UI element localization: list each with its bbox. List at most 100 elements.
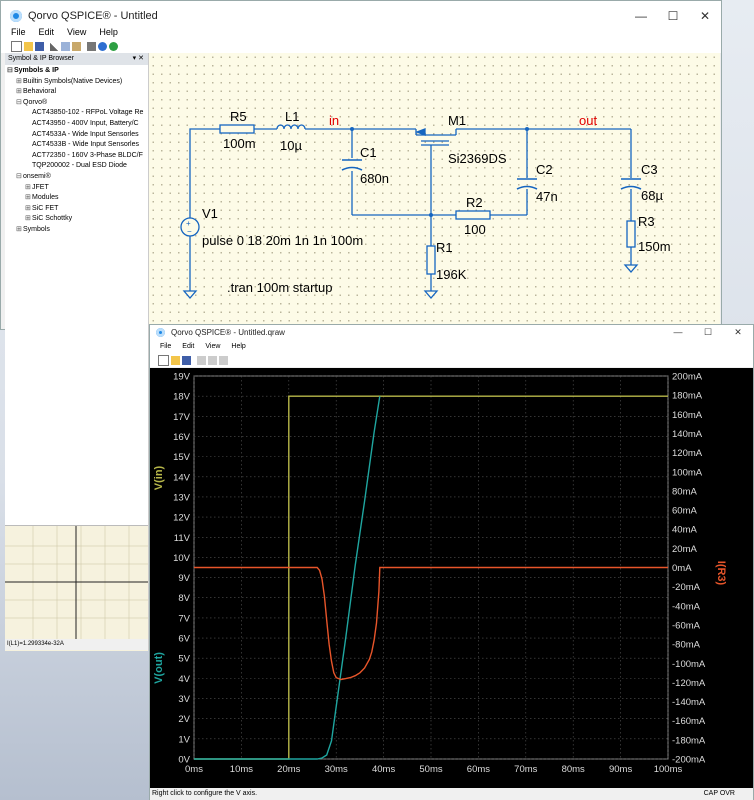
x-tick-label: 70ms [514,764,537,775]
save-icon[interactable] [35,41,44,51]
schematic-wires [189,128,632,291]
wave-save-icon[interactable] [182,356,191,365]
paste-icon[interactable] [72,41,81,51]
run-simulation-icon[interactable] [109,41,118,51]
tree-item[interactable]: ACT43950 - 400V Input, Battery/C [5,119,148,130]
tree-item[interactable]: ⊞SiC Schottky [5,214,148,225]
left-tick-label: 1V [178,734,190,745]
expand-icon[interactable]: ⊞ [16,225,23,236]
collapse-icon[interactable]: ⊟ [16,172,23,183]
wave-cut-icon[interactable] [197,356,206,365]
c1-name: C1 [360,145,377,160]
resistor-r2[interactable] [455,210,491,220]
cut-icon[interactable] [50,41,59,51]
left-tick-label: 13V [173,492,191,503]
wave-open-icon[interactable] [171,356,180,365]
capacitor-c2[interactable] [516,178,538,190]
waveform-plot[interactable]: 0ms 10ms 20ms 30ms 40ms 50ms 60ms 70ms 80ms 90ms 1… [150,368,753,788]
resistor-r3[interactable] [626,220,636,248]
wave-titlebar[interactable]: Qorvo QSPICE® - Untitled.qraw — ☐ ✕ [150,325,753,340]
tran-directive[interactable]: .tran 100m startup [227,280,333,295]
right-tick-label: -200mA [672,755,706,766]
wave-maximize-button[interactable]: ☐ [693,325,723,340]
expand-icon[interactable]: ⊞ [16,77,23,88]
tree-item-label: TQP200002 - Dual ESD Diode [32,162,127,170]
main-toolbar [1,39,721,53]
help-icon[interactable] [98,41,107,51]
wave-paste-icon[interactable] [219,356,228,365]
left-tick-label: 9V [178,573,190,584]
tree-item[interactable]: ⊞Builtin Symbols(Native Devices) [5,77,148,88]
wave-new-icon[interactable] [158,355,169,366]
tree-item[interactable]: ACT72350 - 160V 3-Phase BLDC/F [5,151,148,162]
tree-item[interactable]: TQP200002 - Dual ESD Diode [5,161,148,172]
x-tick-label: 90ms [609,764,632,775]
tree-item[interactable]: ⊟onsemi® [5,172,148,183]
voltage-source-v1[interactable]: + − [180,217,200,237]
net-label-in[interactable]: in [329,113,339,128]
x-tick-label: 30ms [325,764,348,775]
capacitor-c1[interactable] [341,159,363,171]
tree-item[interactable]: ⊞Symbols [5,225,148,236]
menu-help[interactable]: Help [99,24,118,40]
tree-item[interactable]: ⊞SiC FET [5,204,148,215]
wave-window-title: Qorvo QSPICE® - Untitled.qraw [171,328,285,337]
left-tick-label: 14V [173,472,191,483]
left-tick-label: 3V [178,694,190,705]
wave-menu-help[interactable]: Help [231,340,245,354]
tree-item[interactable]: ACT4533B - Wide Input Sensorles [5,140,148,151]
tree-item[interactable]: ⊟Qorvo® [5,98,148,109]
menu-view[interactable]: View [67,24,86,40]
collapse-icon[interactable]: ⊟ [16,98,23,109]
menu-file[interactable]: File [11,24,26,40]
r2-name: R2 [466,195,483,210]
expand-icon[interactable]: ⊞ [25,214,32,225]
print-icon[interactable] [87,41,96,51]
menu-edit[interactable]: Edit [39,24,55,40]
r3-name: R3 [638,214,655,229]
wave-copy-icon[interactable] [208,356,217,365]
c3-value: 68µ [641,188,663,203]
expand-icon[interactable]: ⊞ [16,87,23,98]
main-menubar: File Edit View Help [1,24,721,40]
wave-menu-edit[interactable]: Edit [182,340,194,354]
capacitor-c3[interactable] [620,178,642,190]
right-tick-label: 80mA [672,486,697,497]
right-tick-label: 60mA [672,506,697,517]
tree-item[interactable]: ACT43850-102 - RFPoL Voltage Re [5,108,148,119]
tree-item[interactable]: ⊞JFET [5,183,148,194]
mosfet-m1[interactable] [415,128,457,146]
right-tick-label: 180mA [672,391,703,402]
tree-item[interactable]: ⊞Modules [5,193,148,204]
expand-icon[interactable]: ⊞ [25,183,32,194]
net-label-out[interactable]: out [579,113,597,128]
wave-status-hint: Right click to configure the V axis. [152,790,258,797]
browser-title: Symbol & IP Browser [8,55,75,62]
copy-icon[interactable] [61,41,70,51]
tree-item[interactable]: ⊞Behavioral [5,87,148,98]
tree-item-label: Symbols [23,225,50,233]
resistor-r1[interactable] [426,245,436,275]
wave-close-button[interactable]: ✕ [723,325,753,340]
wave-minimize-button[interactable]: — [663,325,693,340]
left-tick-label: 12V [173,513,191,524]
inductor-l1[interactable] [276,124,306,130]
tree-item[interactable]: ACT4533A - Wide Input Sensorles [5,130,148,141]
l1-value: 10µ [280,138,302,153]
open-folder-icon[interactable] [24,41,33,51]
resistor-r5[interactable] [219,124,255,134]
new-file-icon[interactable] [11,40,22,52]
tree-item[interactable]: ⊟Symbols & IP [5,66,148,77]
tree-item-label: Symbols & IP [14,67,59,74]
wave-menu-view[interactable]: View [205,340,220,354]
series-label-vout: V(out) [153,652,165,684]
wave-menu-file[interactable]: File [160,340,171,354]
tree-item-label: ACT43950 - 400V Input, Battery/C [32,119,139,127]
expand-icon[interactable]: ⊞ [25,204,32,215]
browser-panel-controls[interactable]: ▾ ✕ [133,53,144,65]
symbol-preview [5,525,148,651]
collapse-icon[interactable]: ⊟ [7,66,14,77]
expand-icon[interactable]: ⊞ [25,193,32,204]
tree-item-label: Builtin Symbols(Native Devices) [23,77,123,85]
schematic-canvas[interactable]: + − R5 100m L1 10µ C1 680n M1 Si2369DS C… [149,53,720,328]
